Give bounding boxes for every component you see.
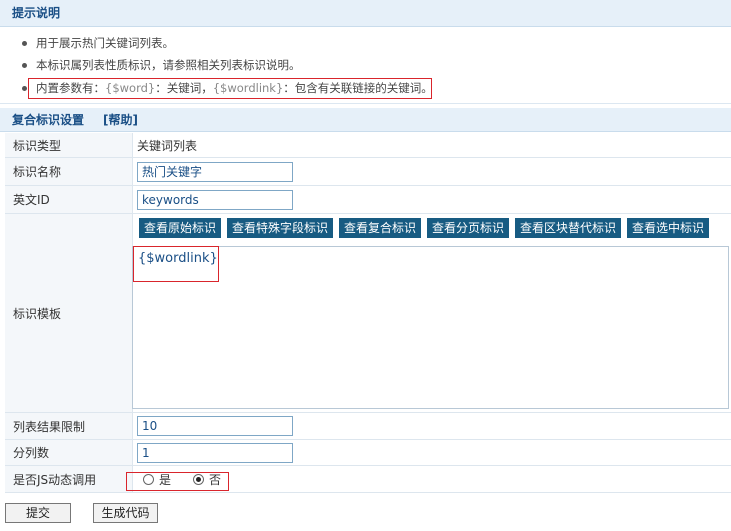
id-label: 英文ID (5, 186, 133, 213)
submit-button[interactable]: 提交 (5, 503, 71, 523)
help-link[interactable]: [帮助] (103, 108, 138, 132)
type-label: 标识类型 (5, 133, 133, 157)
tips-panel: 提示说明 用于展示热门关键词列表。 本标识属列表性质标识，请参照相关列表标识说明… (0, 0, 731, 104)
template-label: 标识模板 (5, 214, 133, 412)
row-name: 标识名称 (5, 158, 731, 186)
view-composite-button[interactable]: 查看复合标识 (339, 218, 422, 238)
tips-title: 提示说明 (0, 0, 731, 27)
js-label: 是否JS动态调用 (5, 466, 133, 492)
columns-input[interactable] (137, 442, 293, 463)
view-paging-button[interactable]: 查看分页标识 (427, 218, 510, 238)
view-block-replace-button[interactable]: 查看区块替代标识 (515, 218, 622, 238)
columns-label: 分列数 (5, 440, 133, 465)
highlight-box (126, 472, 229, 491)
limit-input[interactable] (137, 416, 293, 436)
tip-text: 本标识属列表性质标识，请参照相关列表标识说明。 (36, 58, 301, 72)
view-original-button[interactable]: 查看原始标识 (139, 218, 222, 238)
template-textarea[interactable] (132, 246, 729, 409)
limit-label: 列表结果限制 (5, 413, 133, 439)
name-input[interactable] (137, 161, 293, 182)
highlight-box (133, 246, 219, 282)
form-title: 复合标识设置 (12, 113, 85, 127)
name-label: 标识名称 (5, 158, 133, 185)
row-type: 标识类型 关键词列表 (5, 133, 731, 158)
bullet-icon (22, 63, 27, 68)
tip-text: 用于展示热门关键词列表。 (36, 36, 174, 50)
form-header: 复合标识设置 [帮助] (0, 108, 731, 132)
row-js: 是否JS动态调用 是 否 (5, 466, 731, 493)
row-limit: 列表结果限制 (5, 413, 731, 440)
view-special-field-button[interactable]: 查看特殊字段标识 (227, 218, 334, 238)
row-id: 英文ID (5, 186, 731, 214)
type-value: 关键词列表 (137, 138, 198, 153)
highlight-box (28, 78, 432, 99)
view-selected-button[interactable]: 查看选中标识 (627, 218, 710, 238)
bullet-icon (22, 86, 27, 91)
bullet-icon (22, 41, 27, 46)
id-input[interactable] (137, 189, 293, 210)
generate-code-button[interactable]: 生成代码 (93, 503, 158, 523)
row-columns: 分列数 (5, 440, 731, 466)
